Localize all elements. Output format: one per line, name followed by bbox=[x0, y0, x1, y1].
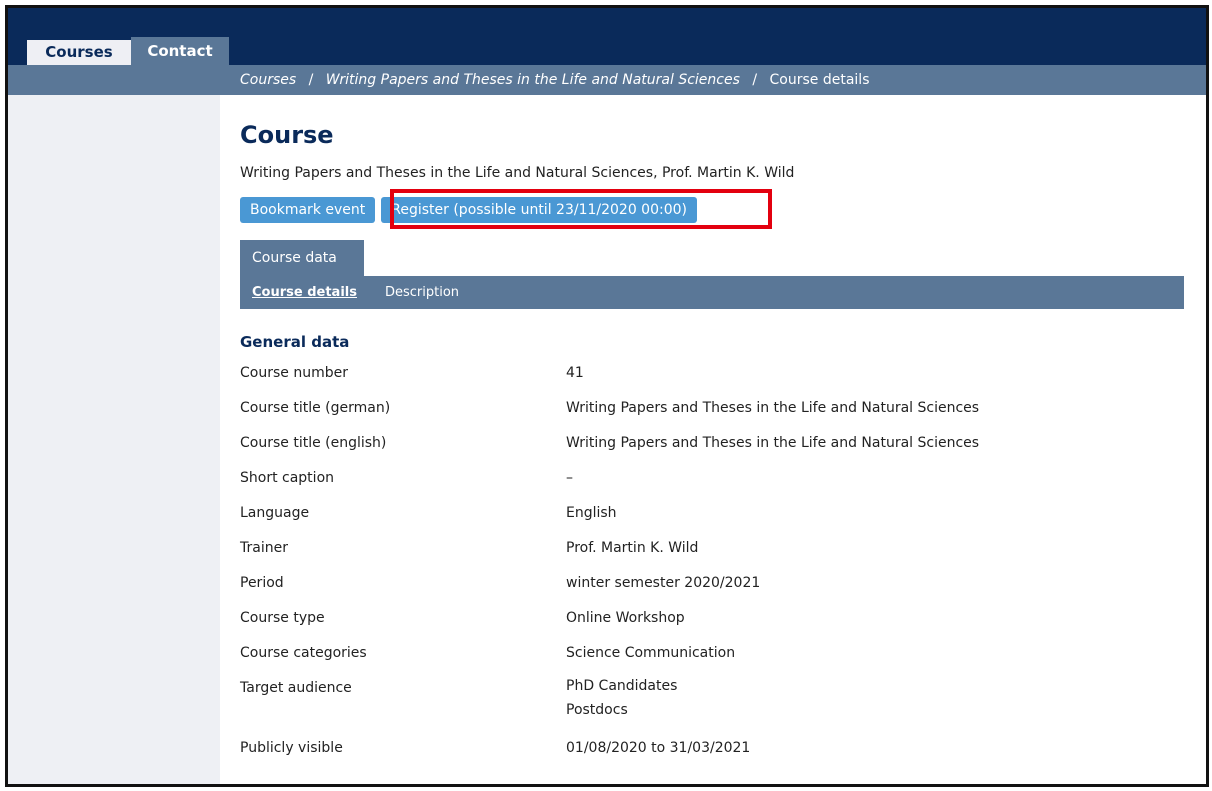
course-subtitle: Writing Papers and Theses in the Life an… bbox=[240, 165, 795, 181]
field-value: Science Communication bbox=[566, 645, 736, 661]
subtab-description[interactable]: Description bbox=[385, 285, 459, 300]
field-label: Publicly visible bbox=[240, 740, 343, 756]
field-value: 01/08/2020 to 31/03/2021 bbox=[566, 740, 751, 756]
breadcrumb-current: Course details bbox=[769, 72, 870, 88]
table-row: Language English bbox=[240, 499, 1140, 534]
field-label: Course type bbox=[240, 610, 325, 626]
table-row: Target audience PhD Candidates Postdocs bbox=[240, 674, 1140, 734]
tab-contact[interactable]: Contact bbox=[131, 37, 229, 65]
table-row: Course type Online Workshop bbox=[240, 604, 1140, 639]
table-row: Course title (english) Writing Papers an… bbox=[240, 429, 1140, 464]
table-row: Publicly visible 01/08/2020 to 31/03/202… bbox=[240, 734, 1140, 769]
field-value: English bbox=[566, 505, 617, 521]
breadcrumb-separator: / bbox=[308, 72, 314, 88]
left-sidebar bbox=[8, 95, 220, 784]
subtab-course-details[interactable]: Course details bbox=[252, 285, 357, 300]
breadcrumb-bar: Courses / Writing Papers and Theses in t… bbox=[8, 65, 1206, 95]
browser-frame: Courses Contact Courses / Writing Papers… bbox=[5, 5, 1209, 787]
table-row: Short caption – bbox=[240, 464, 1140, 499]
table-row: Period winter semester 2020/2021 bbox=[240, 569, 1140, 604]
tab-courses[interactable]: Courses bbox=[27, 37, 131, 65]
field-value: Prof. Martin K. Wild bbox=[566, 540, 699, 556]
breadcrumb-courses-link[interactable]: Courses bbox=[240, 72, 296, 88]
field-label: Course number bbox=[240, 365, 348, 381]
field-label: Language bbox=[240, 505, 310, 521]
field-value: Writing Papers and Theses in the Life an… bbox=[566, 400, 980, 416]
subtab-bar: Course details Description bbox=[240, 276, 1184, 309]
field-label: Trainer bbox=[240, 540, 288, 556]
section-title: General data bbox=[240, 333, 350, 351]
field-value: Online Workshop bbox=[566, 610, 685, 626]
tab-course-data[interactable]: Course data bbox=[240, 240, 364, 276]
target-audience-item: PhD Candidates bbox=[566, 678, 678, 694]
general-data-table: Course number 41 Course title (german) W… bbox=[240, 359, 1140, 769]
breadcrumb-course-link[interactable]: Writing Papers and Theses in the Life an… bbox=[326, 72, 740, 88]
breadcrumb-separator: / bbox=[752, 72, 758, 88]
table-row: Course categories Science Communication bbox=[240, 639, 1140, 674]
breadcrumb: Courses / Writing Papers and Theses in t… bbox=[240, 65, 869, 95]
field-value: Writing Papers and Theses in the Life an… bbox=[566, 435, 980, 451]
field-value: 41 bbox=[566, 365, 584, 381]
bookmark-event-button[interactable]: Bookmark event bbox=[240, 197, 376, 223]
field-label: Course categories bbox=[240, 645, 367, 661]
field-value: – bbox=[566, 470, 573, 486]
field-label: Course title (english) bbox=[240, 435, 387, 451]
field-value: PhD Candidates Postdocs bbox=[566, 674, 1140, 734]
target-audience-item: Postdocs bbox=[566, 702, 628, 718]
main-tabs: Courses Contact bbox=[27, 37, 229, 65]
table-row: Course title (german) Writing Papers and… bbox=[240, 394, 1140, 429]
table-row: Course number 41 bbox=[240, 359, 1140, 394]
field-label: Course title (german) bbox=[240, 400, 391, 416]
top-navigation-bar: Courses Contact bbox=[8, 8, 1206, 65]
table-row: Trainer Prof. Martin K. Wild bbox=[240, 534, 1140, 569]
field-label: Short caption bbox=[240, 470, 335, 486]
highlight-box bbox=[390, 189, 772, 229]
field-value: winter semester 2020/2021 bbox=[566, 575, 761, 591]
field-label: Target audience bbox=[240, 680, 352, 696]
field-label: Period bbox=[240, 575, 284, 591]
page-title: Course bbox=[240, 121, 334, 149]
